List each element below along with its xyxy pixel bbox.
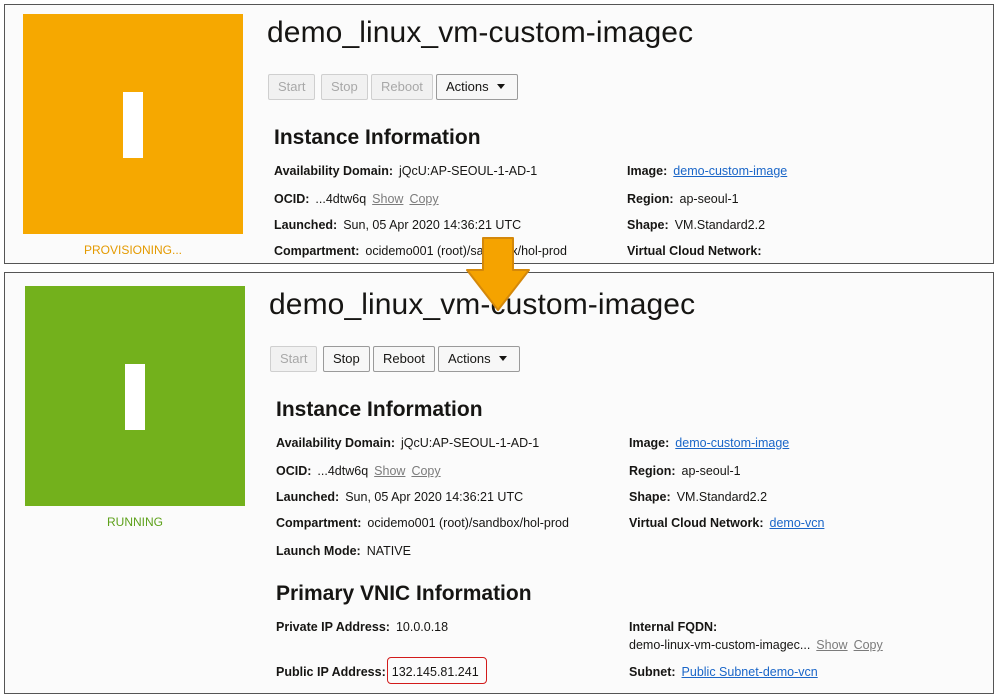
launched-row: Launched: Sun, 05 Apr 2020 14:36:21 UTC — [276, 490, 523, 504]
copy-link[interactable]: Copy — [409, 192, 438, 206]
field-value: jQcU:AP-SEOUL-1-AD-1 — [399, 164, 538, 178]
field-value: jQcU:AP-SEOUL-1-AD-1 — [401, 436, 540, 450]
show-link[interactable]: Show — [372, 192, 403, 206]
field-value: 10.0.0.18 — [395, 620, 449, 634]
ocid-row: OCID: ...4dtw6q Show Copy — [274, 192, 439, 206]
chevron-down-icon — [498, 356, 507, 362]
compartment-row: Compartment: ocidemo001 (root)/sandbox/ho… — [276, 516, 569, 530]
transition-arrow-icon — [466, 237, 530, 311]
instance-icon — [125, 364, 145, 430]
field-value: ap-seoul-1 — [681, 464, 741, 478]
actions-dropdown-button[interactable]: Actions — [438, 346, 520, 372]
field-label: Region: — [627, 192, 674, 206]
image-link[interactable]: demo-custom-image — [675, 436, 789, 450]
actions-label: Actions — [448, 351, 491, 366]
instance-information-heading: Instance Information — [274, 126, 481, 149]
field-value: VM.Standard2.2 — [674, 218, 766, 232]
internal-fqdn-value-row: demo-linux-vm-custom-imagec... Show Copy — [629, 638, 883, 652]
actions-label: Actions — [446, 79, 489, 94]
private-ip-row: Private IP Address: 10.0.0.18 — [276, 620, 448, 634]
field-label: OCID: — [274, 192, 310, 206]
stop-button[interactable]: Stop — [323, 346, 370, 372]
reboot-button[interactable]: Reboot — [373, 346, 435, 372]
shape-row: Shape: VM.Standard2.2 — [629, 490, 767, 504]
instance-status-tile-running — [25, 286, 245, 506]
subnet-link[interactable]: Public Subnet-demo-vcn — [682, 665, 818, 679]
field-label: Shape: — [627, 218, 669, 232]
field-value: Sun, 05 Apr 2020 14:36:21 UTC — [343, 218, 522, 232]
launched-row: Launched: Sun, 05 Apr 2020 14:36:21 UTC — [274, 218, 521, 232]
field-value: demo-linux-vm-custom-imagec... — [629, 638, 811, 652]
field-label: Internal FQDN: — [629, 620, 718, 634]
status-label: PROVISIONING... — [83, 243, 182, 257]
chevron-down-icon — [496, 84, 505, 90]
image-row: Image: demo-custom-image — [627, 164, 787, 178]
field-value: ocidemo001 (root)/sandbox/hol-prod — [367, 516, 569, 530]
actions-dropdown-button[interactable]: Actions — [436, 74, 518, 100]
field-value: ...4dtw6q — [315, 192, 367, 206]
field-value: VM.Standard2.2 — [676, 490, 768, 504]
field-value: ap-seoul-1 — [679, 192, 739, 206]
region-row: Region: ap-seoul-1 — [629, 464, 741, 478]
field-label: Public IP Address: — [276, 665, 386, 679]
field-label: Availability Domain: — [276, 436, 396, 450]
field-label: OCID: — [276, 464, 312, 478]
availability-domain-row: Availability Domain: jQcU:AP-SEOUL-1-AD-1 — [274, 164, 537, 178]
show-link[interactable]: Show — [816, 638, 847, 652]
field-label: Region: — [629, 464, 676, 478]
start-button[interactable]: Start — [270, 346, 318, 372]
field-value: NATIVE — [366, 544, 411, 558]
field-label: Virtual Cloud Network: — [627, 244, 762, 258]
field-label: Availability Domain: — [274, 164, 394, 178]
field-label: Shape: — [629, 490, 671, 504]
field-label: Compartment: — [274, 244, 360, 258]
field-label: Private IP Address: — [276, 620, 390, 634]
status-label: RUNNING — [107, 515, 163, 529]
reboot-button[interactable]: Reboot — [371, 74, 433, 100]
internal-fqdn-label-row: Internal FQDN: — [629, 620, 723, 634]
public-ip-highlight-box — [387, 657, 487, 684]
instance-information-heading: Instance Information — [276, 398, 483, 421]
instance-title: demo_linux_vm-custom-imagec — [267, 16, 694, 49]
vcn-row: Virtual Cloud Network: — [627, 244, 768, 258]
show-link[interactable]: Show — [374, 464, 405, 478]
field-label: Launched: — [274, 218, 338, 232]
field-value: ...4dtw6q — [317, 464, 369, 478]
copy-link[interactable]: Copy — [854, 638, 883, 652]
start-button[interactable]: Start — [268, 74, 316, 100]
field-value: Sun, 05 Apr 2020 14:36:21 UTC — [345, 490, 524, 504]
field-label: Image: — [629, 436, 670, 450]
instance-panel-running: RUNNING demo_linux_vm-custom-imagec Star… — [4, 272, 994, 694]
image-link[interactable]: demo-custom-image — [673, 164, 787, 178]
region-row: Region: ap-seoul-1 — [627, 192, 739, 206]
vcn-link[interactable]: demo-vcn — [770, 516, 825, 530]
ocid-row: OCID: ...4dtw6q Show Copy — [276, 464, 441, 478]
primary-vnic-information-heading: Primary VNIC Information — [276, 582, 532, 605]
field-label: Virtual Cloud Network: — [629, 516, 764, 530]
stop-button[interactable]: Stop — [321, 74, 368, 100]
copy-link[interactable]: Copy — [411, 464, 440, 478]
instance-status-tile-provisioning — [23, 14, 243, 234]
field-label: Image: — [627, 164, 668, 178]
image-row: Image: demo-custom-image — [629, 436, 789, 450]
field-label: Subnet: — [629, 665, 676, 679]
shape-row: Shape: VM.Standard2.2 — [627, 218, 765, 232]
field-label: Launched: — [276, 490, 340, 504]
availability-domain-row: Availability Domain: jQcU:AP-SEOUL-1-AD-1 — [276, 436, 539, 450]
instance-icon — [123, 92, 143, 158]
field-label: Compartment: — [276, 516, 362, 530]
instance-panel-provisioning: PROVISIONING... demo_linux_vm-custom-ima… — [4, 4, 994, 264]
subnet-row: Subnet: Public Subnet-demo-vcn — [629, 665, 818, 679]
field-label: Launch Mode: — [276, 544, 361, 558]
launch-mode-row: Launch Mode: NATIVE — [276, 544, 411, 558]
vcn-row: Virtual Cloud Network: demo-vcn — [629, 516, 824, 530]
